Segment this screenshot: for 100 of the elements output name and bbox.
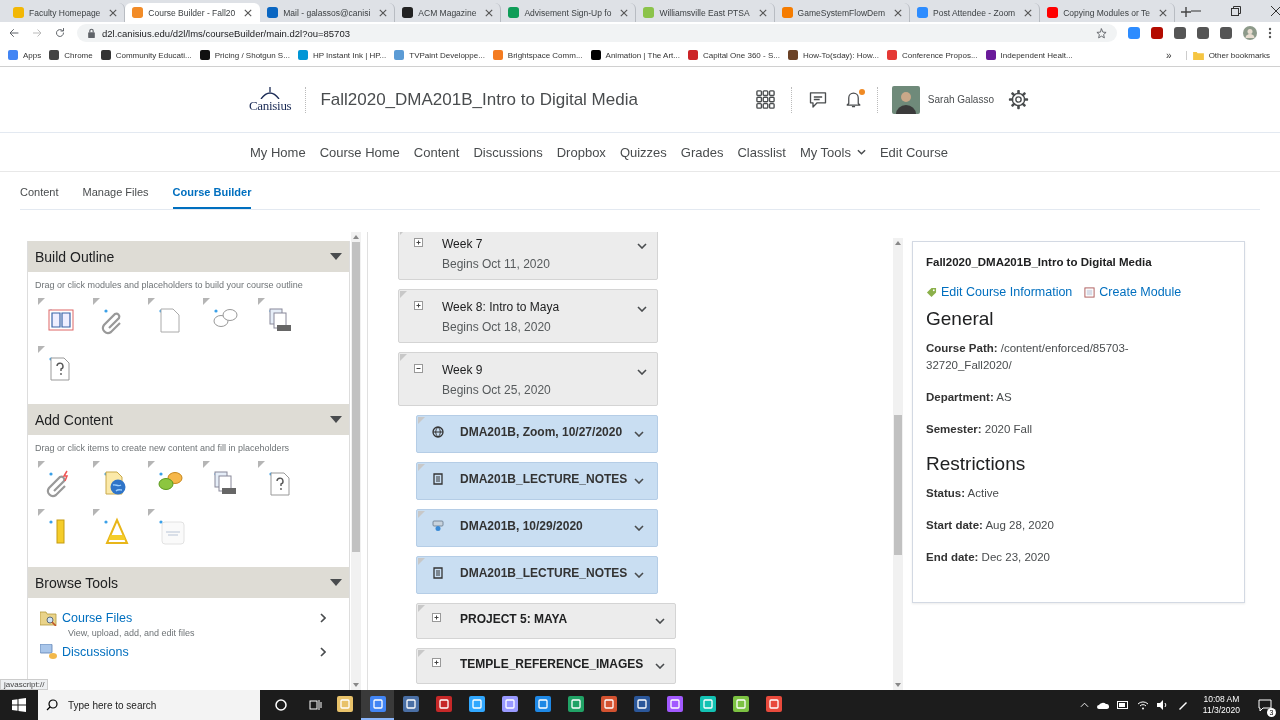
bookmark-link[interactable]: Animation | The Art... [590,50,680,60]
cloud-icon[interactable] [1096,701,1109,709]
taskbar-clock[interactable]: 10:08 AM 11/3/2020 [1202,694,1240,716]
nav-link[interactable]: Quizzes [619,144,667,160]
chevron-icon[interactable] [637,306,647,312]
task-view-icon[interactable] [308,698,322,712]
bookmark-link[interactable]: Chrome [49,50,93,60]
course-title[interactable]: Fall2020_DMA201B_Intro to Digital Media [320,89,638,110]
topic-card[interactable]: DMA201B_LECTURE_NOTES [416,462,658,500]
battery-icon[interactable] [1116,701,1129,709]
chat-icon[interactable] [807,90,828,109]
close-icon[interactable] [758,8,767,17]
tool-link[interactable]: Discussions [35,640,342,662]
profile-avatar-icon[interactable] [1243,26,1257,40]
chevron-icon[interactable] [637,243,647,249]
scroll-down-icon[interactable] [895,683,901,687]
nav-link[interactable]: My Tools [799,144,866,160]
browser-tab[interactable]: Course Builder - Fall20 [125,3,261,22]
star-icon[interactable] [1096,27,1107,39]
chevron-icon[interactable] [634,478,644,484]
reload-icon[interactable] [54,27,66,39]
close-icon[interactable] [1024,8,1033,17]
restore-icon[interactable] [1231,6,1241,16]
sub-tab[interactable]: Course Builder [172,186,252,209]
action-link[interactable]: Create Module [1084,285,1182,299]
extension-icon[interactable] [1151,27,1163,39]
bookmark-link[interactable]: Capital One 360 - S... [688,50,780,60]
extension-icon[interactable] [1128,27,1140,39]
section-header[interactable]: Browse Tools [28,567,349,598]
caret-icon[interactable] [330,416,342,423]
taskbar-search-field[interactable]: Type here to search [38,690,260,720]
module-card[interactable]: Week 9 Begins Oct 25, 2020 [398,352,658,406]
windows-start-icon[interactable] [12,698,26,712]
scrollbar[interactable] [893,238,903,690]
chevron-icon[interactable] [634,525,644,531]
address-bar[interactable]: d2l.canisius.edu/d2l/lms/courseBuilder/main.d2l?ou=85703 [77,24,1117,42]
new-tab-icon[interactable] [1181,7,1191,17]
close-icon[interactable] [620,8,629,17]
speaker-icon[interactable] [1156,700,1169,710]
tool-link[interactable]: Course Files View, upload, add, and edit files [35,606,342,640]
module-card[interactable]: Week 7 Begins Oct 11, 2020 [398,232,658,280]
nav-link[interactable]: Grades [680,144,724,160]
scroll-up-icon[interactable] [895,241,901,245]
chevron-icon[interactable] [634,431,644,437]
bookmark-link[interactable]: Brightspace Comm... [492,50,583,60]
chevron-icon[interactable] [634,572,644,578]
menu-icon[interactable] [1268,27,1272,39]
taskbar-app[interactable] [361,690,394,720]
caret-icon[interactable] [330,579,342,586]
nav-link[interactable]: Discussions [473,144,543,160]
chevron-icon[interactable] [655,618,665,624]
action-link[interactable]: Edit Course Information [926,285,1073,299]
nav-link[interactable]: Edit Course [879,144,948,160]
nav-link[interactable]: Dropbox [556,144,606,160]
topic-card[interactable]: DMA201B, Zoom, 10/27/2020 [416,415,658,453]
expand-icon[interactable] [432,613,441,622]
expand-icon[interactable] [414,301,423,310]
close-icon[interactable] [894,8,902,17]
logo[interactable]: Canisius [249,87,292,112]
bookmark-link[interactable]: Other bookmarks [1185,50,1270,60]
bookmark-link[interactable]: How-To(sday): How... [787,50,879,60]
section-header[interactable]: Build Outline [28,241,349,272]
caret-icon[interactable] [330,253,342,260]
close-icon[interactable] [485,8,494,17]
close-icon[interactable] [244,8,253,17]
user-menu[interactable]: Sarah Galasso [891,85,994,114]
more-bookmarks-button[interactable]: » [1160,49,1178,61]
expand-icon[interactable] [432,658,441,667]
close-icon[interactable] [379,8,388,17]
scroll-down-icon[interactable] [353,683,359,687]
sub-tab[interactable]: Content [20,186,59,209]
bookmark-link[interactable]: Conference Propos... [886,50,978,60]
close-icon[interactable] [1271,6,1280,16]
wifi-icon[interactable] [1136,700,1149,710]
settings-icon[interactable] [1008,89,1029,110]
section-header[interactable]: Add Content [28,404,349,435]
nav-link[interactable]: My Home [250,144,306,160]
chevron-icon[interactable] [655,663,665,669]
close-icon[interactable] [109,8,118,17]
apps-grid-icon[interactable] [755,90,775,109]
bookmark-link[interactable]: Independent Healt... [985,50,1073,60]
nav-link[interactable]: Course Home [319,144,400,160]
bookmark-link[interactable]: Community Educati... [100,50,192,60]
scroll-up-icon[interactable] [353,235,359,239]
close-icon[interactable] [1159,8,1167,17]
chevron-icon[interactable] [637,369,647,375]
bookmark-link[interactable]: Pricing / Shotgun S... [199,50,290,60]
module-card[interactable]: TEMPLE_REFERENCE_IMAGES [416,648,676,684]
module-card[interactable]: Week 8: Intro to Maya Begins Oct 18, 2020 [398,289,658,343]
nav-link[interactable]: Content [413,144,460,160]
collapse-icon[interactable] [414,364,423,373]
bookmark-link[interactable]: Apps [8,50,42,60]
extension-icon[interactable] [1197,27,1209,39]
bookmark-link[interactable]: TVPaint Developpe... [394,50,485,60]
bookmark-link[interactable]: HP Instant Ink | HP... [297,50,387,60]
module-card[interactable]: PROJECT 5: MAYA [416,603,676,639]
expand-icon[interactable] [414,238,423,247]
sub-tab[interactable]: Manage Files [82,186,149,209]
nav-link[interactable]: Classlist [737,144,786,160]
back-icon[interactable] [8,27,20,39]
